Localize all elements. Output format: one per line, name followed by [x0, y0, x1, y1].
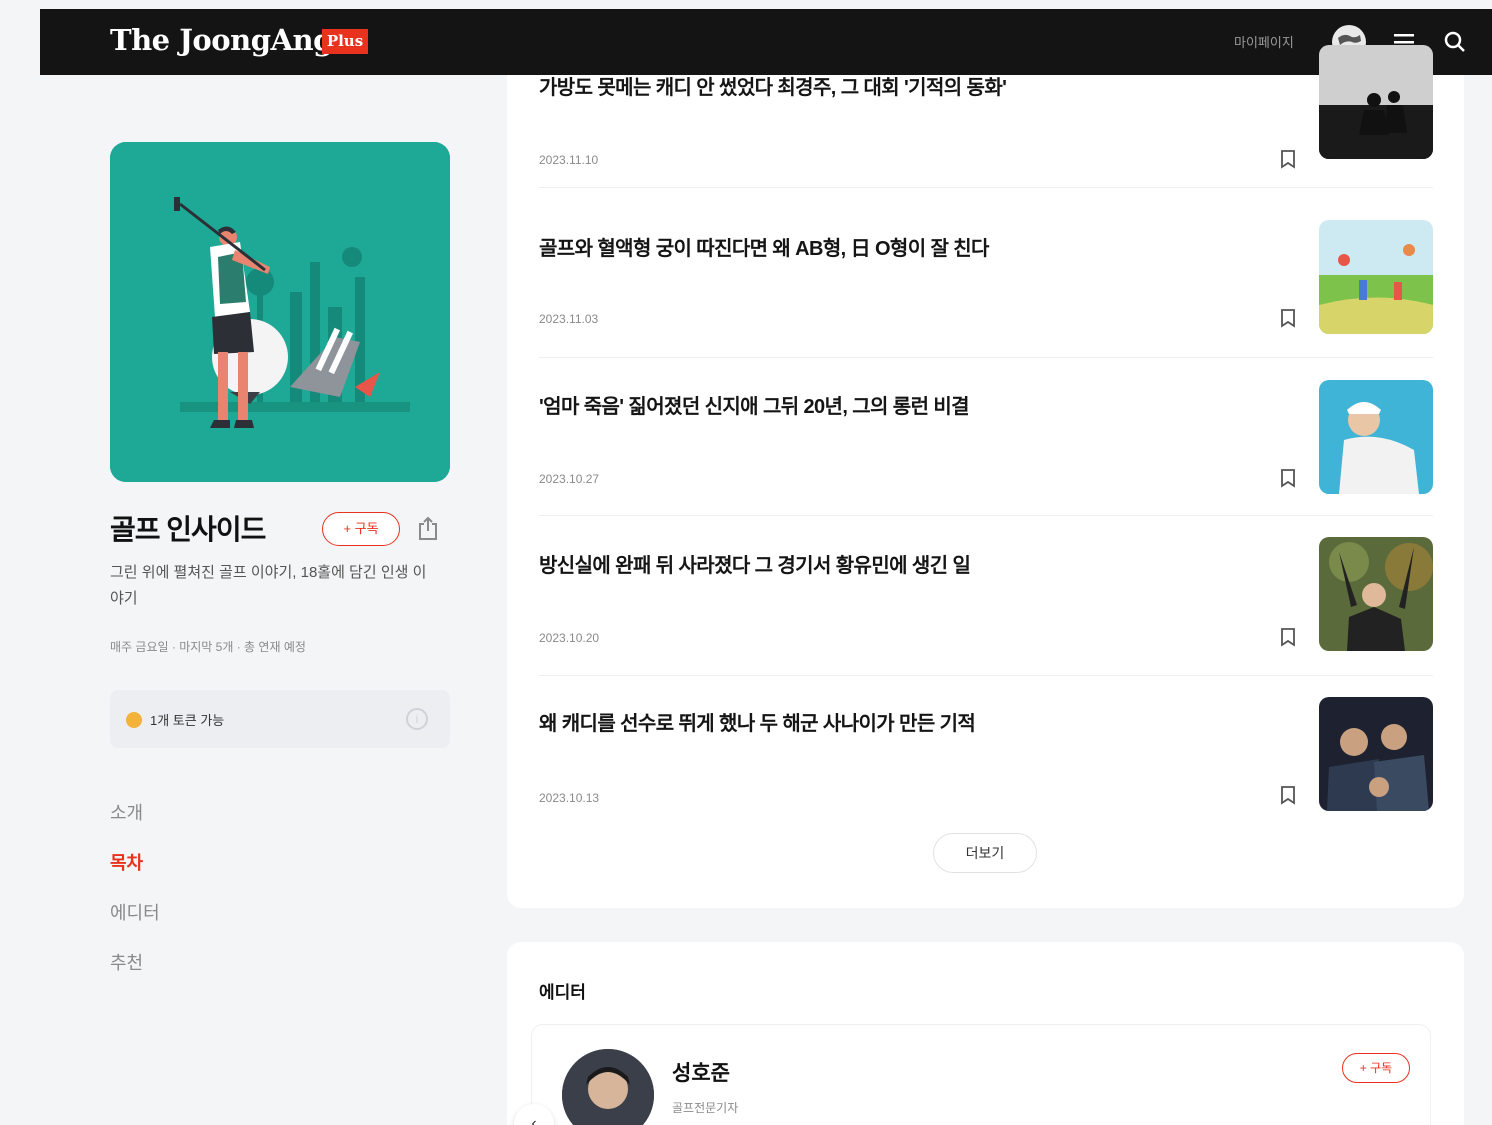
- article-date: 2023.10.13: [539, 791, 600, 805]
- side-nav-editor[interactable]: 에디터: [110, 898, 160, 948]
- series-description: 그린 위에 펼쳐진 골프 이야기, 18홀에 담긴 인생 이야기: [110, 564, 427, 607]
- divider: [539, 187, 1433, 188]
- article-title[interactable]: 방신실에 완패 뒤 사라졌다 그 경기서 황유민에 생긴 일: [539, 549, 971, 578]
- article-title[interactable]: 왜 캐디를 선수로 뛰게 했나 두 해군 사나이가 만든 기적: [539, 707, 976, 736]
- subscribe-button[interactable]: + 구독: [322, 512, 400, 546]
- avatar[interactable]: [562, 1049, 654, 1125]
- article-title[interactable]: 골프와 혈액형 궁이 따진다면 왜 AB형, 日 O형이 잘 친다: [539, 232, 989, 261]
- series-side-nav: 소개 목차 에디터 추천: [110, 798, 160, 998]
- series-sidebar: [110, 142, 450, 482]
- series-cover-illustration: [110, 142, 450, 482]
- info-icon[interactable]: i: [406, 708, 428, 730]
- editor-name[interactable]: 성호준: [672, 1057, 730, 1087]
- article-item[interactable]: 골프와 혈액형 궁이 따진다면 왜 AB형, 日 O형이 잘 친다 2023.1…: [539, 220, 1433, 356]
- editor-section: 에디터 성호준 골프전문기자 + 구독: [507, 942, 1464, 1125]
- editor-subscribe-button[interactable]: + 구독: [1342, 1053, 1410, 1083]
- editor-heading: 에디터: [539, 983, 586, 1002]
- bookmark-icon[interactable]: [1279, 468, 1297, 488]
- divider: [539, 675, 1433, 676]
- search-icon[interactable]: [1442, 29, 1468, 55]
- editor-profile-card[interactable]: 성호준 골프전문기자 + 구독: [531, 1024, 1431, 1125]
- article-thumbnail[interactable]: [1319, 537, 1433, 651]
- article-thumbnail[interactable]: [1319, 220, 1433, 334]
- token-text: 1개 토큰 가능: [150, 713, 225, 728]
- bookmark-icon[interactable]: [1279, 627, 1297, 647]
- series-meta: 매주 금요일 · 마지막 5개 · 총 연재 예정: [110, 640, 306, 654]
- series-title-row: 골프 인사이드 + 구독: [110, 508, 450, 552]
- article-date: 2023.11.10: [539, 153, 599, 167]
- article-date: 2023.10.27: [539, 472, 600, 486]
- article-list: 가방도 못메는 캐디 안 썼었다 최경주, 그 대회 '기적의 동화' 2023…: [507, 45, 1464, 908]
- token-availability-box: 1개 토큰 가능 i: [110, 690, 450, 748]
- article-date: 2023.10.20: [539, 631, 600, 645]
- load-more-button[interactable]: 더보기: [933, 833, 1037, 873]
- share-icon[interactable]: [416, 516, 440, 542]
- coin-icon: [126, 712, 142, 728]
- plus-badge: Plus: [322, 29, 368, 54]
- article-item[interactable]: '엄마 죽음' 짊어졌던 신지애 그뒤 20년, 그의 롱런 비결 2023.1…: [539, 380, 1433, 516]
- article-title[interactable]: '엄마 죽음' 짊어졌던 신지애 그뒤 20년, 그의 롱런 비결: [539, 390, 970, 419]
- article-item[interactable]: 가방도 못메는 캐디 안 썼었다 최경주, 그 대회 '기적의 동화' 2023…: [539, 45, 1433, 187]
- article-item[interactable]: 왜 캐디를 선수로 뛰게 했나 두 해군 사나이가 만든 기적 2023.10.…: [539, 697, 1433, 833]
- site-logo[interactable]: The JoongAng: [110, 23, 333, 57]
- article-thumbnail[interactable]: [1319, 697, 1433, 811]
- article-thumbnail[interactable]: [1319, 45, 1433, 159]
- article-thumbnail[interactable]: [1319, 380, 1433, 494]
- divider: [539, 357, 1433, 358]
- bookmark-icon[interactable]: [1279, 308, 1297, 328]
- divider: [539, 515, 1433, 516]
- side-nav-recommend[interactable]: 추천: [110, 948, 160, 998]
- article-item[interactable]: 방신실에 완패 뒤 사라졌다 그 경기서 황유민에 생긴 일 2023.10.2…: [539, 537, 1433, 673]
- article-date: 2023.11.03: [539, 312, 599, 326]
- my-page-link[interactable]: 마이페이지: [1234, 32, 1294, 51]
- article-title[interactable]: 가방도 못메는 캐디 안 썼었다 최경주, 그 대회 '기적의 동화': [539, 71, 1007, 100]
- side-nav-toc[interactable]: 목차: [110, 848, 160, 898]
- bookmark-icon[interactable]: [1279, 785, 1297, 805]
- editor-role: 골프전문기자: [672, 1101, 739, 1115]
- side-nav-intro[interactable]: 소개: [110, 798, 160, 848]
- bookmark-icon[interactable]: [1279, 149, 1297, 169]
